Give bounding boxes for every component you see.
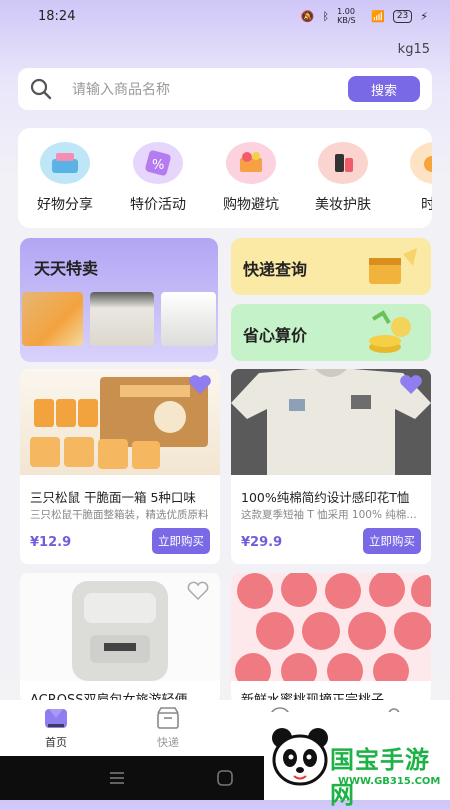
category-strip: 好物分享 % 特价活动 购物避坑 美妆护肤 时鲜 (18, 128, 432, 228)
category-goods-share[interactable]: 好物分享 (20, 142, 110, 214)
delivery-box-icon (369, 248, 417, 284)
category-special-offer[interactable]: % 特价活动 (113, 142, 203, 214)
menu-nav-icon[interactable] (108, 770, 126, 786)
product-price: ¥29.9 (241, 535, 283, 550)
home-icon (45, 709, 67, 728)
status-time: 18:24 (38, 8, 76, 24)
tab-home[interactable]: 首页 (26, 706, 86, 750)
product-card[interactable]: ACROSS双肩包女旅游轻便 (20, 573, 220, 703)
product-desc: 这款夏季短袖 T 恤采用 100% 纯棉面料 (241, 509, 423, 521)
basket-icon (40, 142, 90, 184)
mute-icon: 🔕 (300, 9, 315, 23)
product-title: 三只松鼠 干脆面一箱 5种口味 (30, 490, 196, 505)
cosmetics-icon (318, 142, 368, 184)
product-card[interactable]: 100%纯棉简约设计感印花T恤 这款夏季短袖 T 恤采用 100% 纯棉面料 ¥… (231, 369, 431, 564)
charging-icon: ⚡ (420, 9, 428, 23)
heart-outline-icon[interactable] (186, 581, 210, 601)
percent-tag-icon: % (133, 142, 183, 184)
fruit-icon (410, 142, 432, 184)
search-button[interactable]: 搜索 (348, 76, 420, 102)
username[interactable]: kg15 (398, 42, 430, 57)
coin-stack-icon (369, 310, 411, 353)
heart-icon[interactable] (399, 375, 423, 395)
watermark: 国宝手游网 WWW.GB315.COM (264, 712, 450, 809)
watermark-url: WWW.GB315.COM (338, 776, 441, 787)
daily-sale-title: 天天特卖 (34, 259, 99, 278)
tshirt-thumbnail[interactable] (89, 292, 155, 346)
panda-logo (272, 728, 328, 786)
product-card[interactable]: 新鲜水蜜桃现摘正宗桃子 (231, 573, 431, 703)
daily-sale-thumbnails (22, 292, 216, 346)
product-price: ¥12.9 (30, 535, 72, 550)
category-shopping-tips[interactable]: 购物避坑 (206, 142, 296, 214)
product-image[interactable] (231, 573, 431, 689)
bluetooth-icon: ᛒ (322, 9, 330, 23)
snack-thumbnail[interactable] (22, 292, 83, 346)
backpack-thumbnail[interactable] (161, 292, 216, 346)
category-beauty[interactable]: 美妆护肤 (298, 142, 388, 214)
express-query-banner[interactable]: 快递查询 (231, 238, 431, 295)
product-card[interactable]: 三只松鼠 干脆面一箱 5种口味 三只松鼠干脆面整箱装，精选优质原料 ¥12.9 … (20, 369, 220, 564)
price-calc-title: 省心算价 (243, 326, 308, 345)
food-box-icon (226, 142, 276, 184)
tab-express[interactable]: 快递 (138, 706, 198, 750)
buy-now-button[interactable]: 立即购买 (363, 528, 421, 554)
svg-text:%: % (152, 158, 164, 173)
buy-now-button[interactable]: 立即购买 (152, 528, 210, 554)
search-bar[interactable]: 请输入商品名称 搜索 (18, 68, 432, 110)
status-icons: 🔕 ᛒ 1.00 KB/S 📶 23 ⚡ (301, 7, 428, 25)
wifi-icon: 📶 (371, 9, 385, 23)
status-bar: 18:24 🔕 ᛒ 1.00 KB/S 📶 23 ⚡ (0, 0, 450, 32)
search-input[interactable]: 请输入商品名称 (72, 79, 348, 99)
heart-icon[interactable] (188, 375, 212, 395)
category-fresh[interactable]: 时鲜 (390, 142, 432, 214)
home-nav-icon[interactable] (216, 769, 234, 787)
package-icon (157, 707, 179, 729)
net-speed: 1.00 KB/S (337, 7, 356, 25)
search-icon (30, 78, 52, 100)
daily-sale-banner[interactable]: 天天特卖 (20, 238, 218, 362)
express-query-title: 快递查询 (243, 260, 308, 279)
price-calc-banner[interactable]: 省心算价 (231, 304, 431, 361)
battery-icon: 23 (392, 9, 413, 23)
product-desc: 三只松鼠干脆面整箱装，精选优质原料 (30, 509, 209, 521)
product-title: 100%纯棉简约设计感印花T恤 (241, 490, 410, 505)
